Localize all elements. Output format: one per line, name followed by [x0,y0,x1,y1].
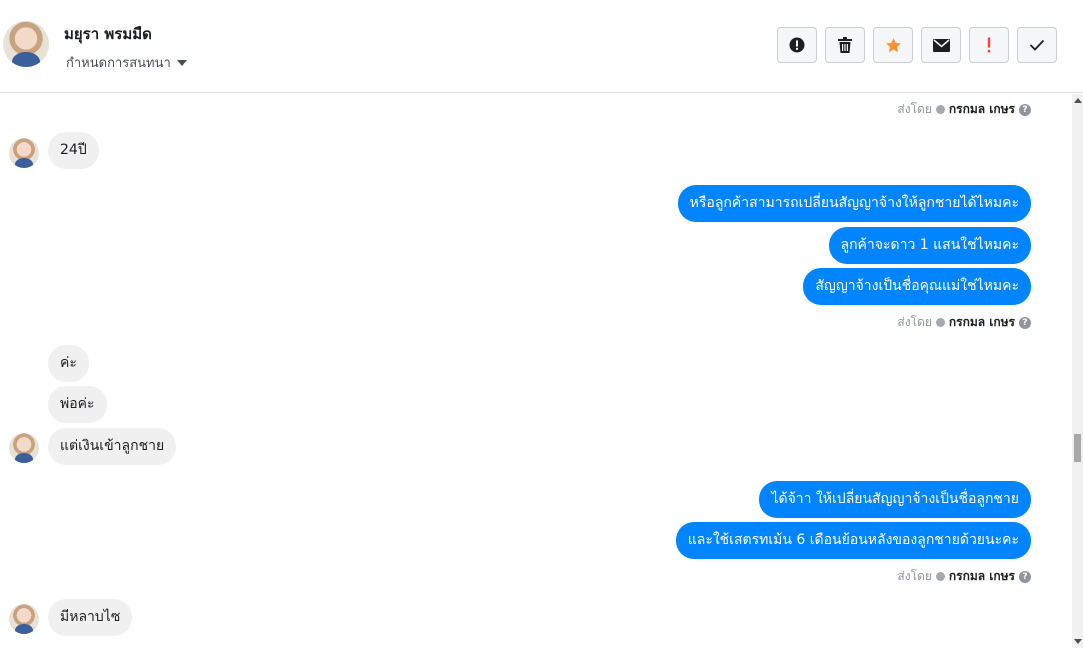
help-icon[interactable]: ? [1019,570,1031,583]
follow-up-button[interactable] [969,27,1009,63]
contact-name[interactable]: มยุรา พรมมืด [64,22,152,46]
delete-button[interactable] [825,27,865,63]
sent-by-name[interactable]: กรกมล เกษร [949,567,1015,586]
help-icon[interactable]: ? [1019,316,1031,329]
outgoing-message[interactable]: สัญญาจ้างเป็นชื่อคุณแม่ใช่ไหมคะ [803,268,1031,305]
sent-by-prefix: ส่งโดย [897,315,932,329]
scroll-up-arrow-icon[interactable] [1074,98,1082,103]
contact-avatar-small[interactable] [9,604,39,634]
sent-by-name[interactable]: กรกมล เกษร [949,100,1015,119]
sent-by-name[interactable]: กรกมล เกษร [949,313,1015,332]
sent-by-prefix: ส่งโดย [897,569,932,583]
message-thread[interactable]: ส่งโดย กรกมล เกษร ? 24ปี หรือลูกค้าสามาร… [0,94,1072,648]
help-icon[interactable]: ? [1019,103,1031,116]
contact-avatar-small[interactable] [9,138,39,168]
check-icon [1029,39,1045,51]
envelope-icon [932,38,950,52]
status-dot-icon [935,105,945,114]
incoming-message[interactable]: ค่ะ [48,345,89,382]
sent-by-prefix: ส่งโดย [897,102,932,116]
trash-icon [838,37,852,53]
contact-avatar[interactable] [3,21,49,67]
caret-down-icon [176,59,187,66]
assign-conversation-dropdown[interactable]: กำหนดการสนทนา [66,52,187,73]
star-button[interactable] [873,27,913,63]
exclamation-icon [987,37,991,53]
alert-circle-icon [789,37,805,53]
mark-done-button[interactable] [1017,27,1057,63]
sent-by-line: ส่งโดย กรกมล เกษร ? [897,100,1031,119]
conversation-toolbar [777,27,1057,63]
sent-by-line: ส่งโดย กรกมล เกษร ? [897,313,1031,332]
incoming-message[interactable]: มีหลาบไซ [48,599,133,636]
conversation-header: มยุรา พรมมืด กำหนดการสนทนา [0,0,1083,93]
scrollbar-thumb[interactable] [1074,434,1081,462]
incoming-message[interactable]: 24ปี [48,132,99,169]
outgoing-message[interactable]: ลูกค้าจะดาว 1 แสนใช่ไหมคะ [828,227,1031,264]
sent-by-line: ส่งโดย กรกมล เกษร ? [897,567,1031,586]
status-dot-icon [935,572,945,581]
outgoing-message[interactable]: หรือลูกค้าสามารถเปลี่ยนสัญญาจ้างให้ลูกชา… [677,185,1031,222]
scroll-down-arrow-icon[interactable] [1074,639,1082,644]
incoming-message[interactable]: แต่เงินเข้าลูกชาย [48,428,177,465]
thread-scrollbar[interactable] [1072,94,1083,648]
contact-avatar-small[interactable] [9,433,39,463]
incoming-message[interactable]: พ่อค่ะ [48,386,107,423]
star-icon [885,37,901,52]
assign-conversation-label: กำหนดการสนทนา [66,56,171,71]
mark-spam-button[interactable] [777,27,817,63]
mark-unread-button[interactable] [921,27,961,63]
outgoing-message[interactable]: ได้จ้าา ให้เปลี่ยนสัญญาจ้างเป็นชื่อลูกชา… [759,481,1031,518]
outgoing-message[interactable]: และใช้เสตรทเม้น 6 เดือนย้อนหลังของลูกชาย… [675,522,1031,559]
status-dot-icon [935,318,945,327]
